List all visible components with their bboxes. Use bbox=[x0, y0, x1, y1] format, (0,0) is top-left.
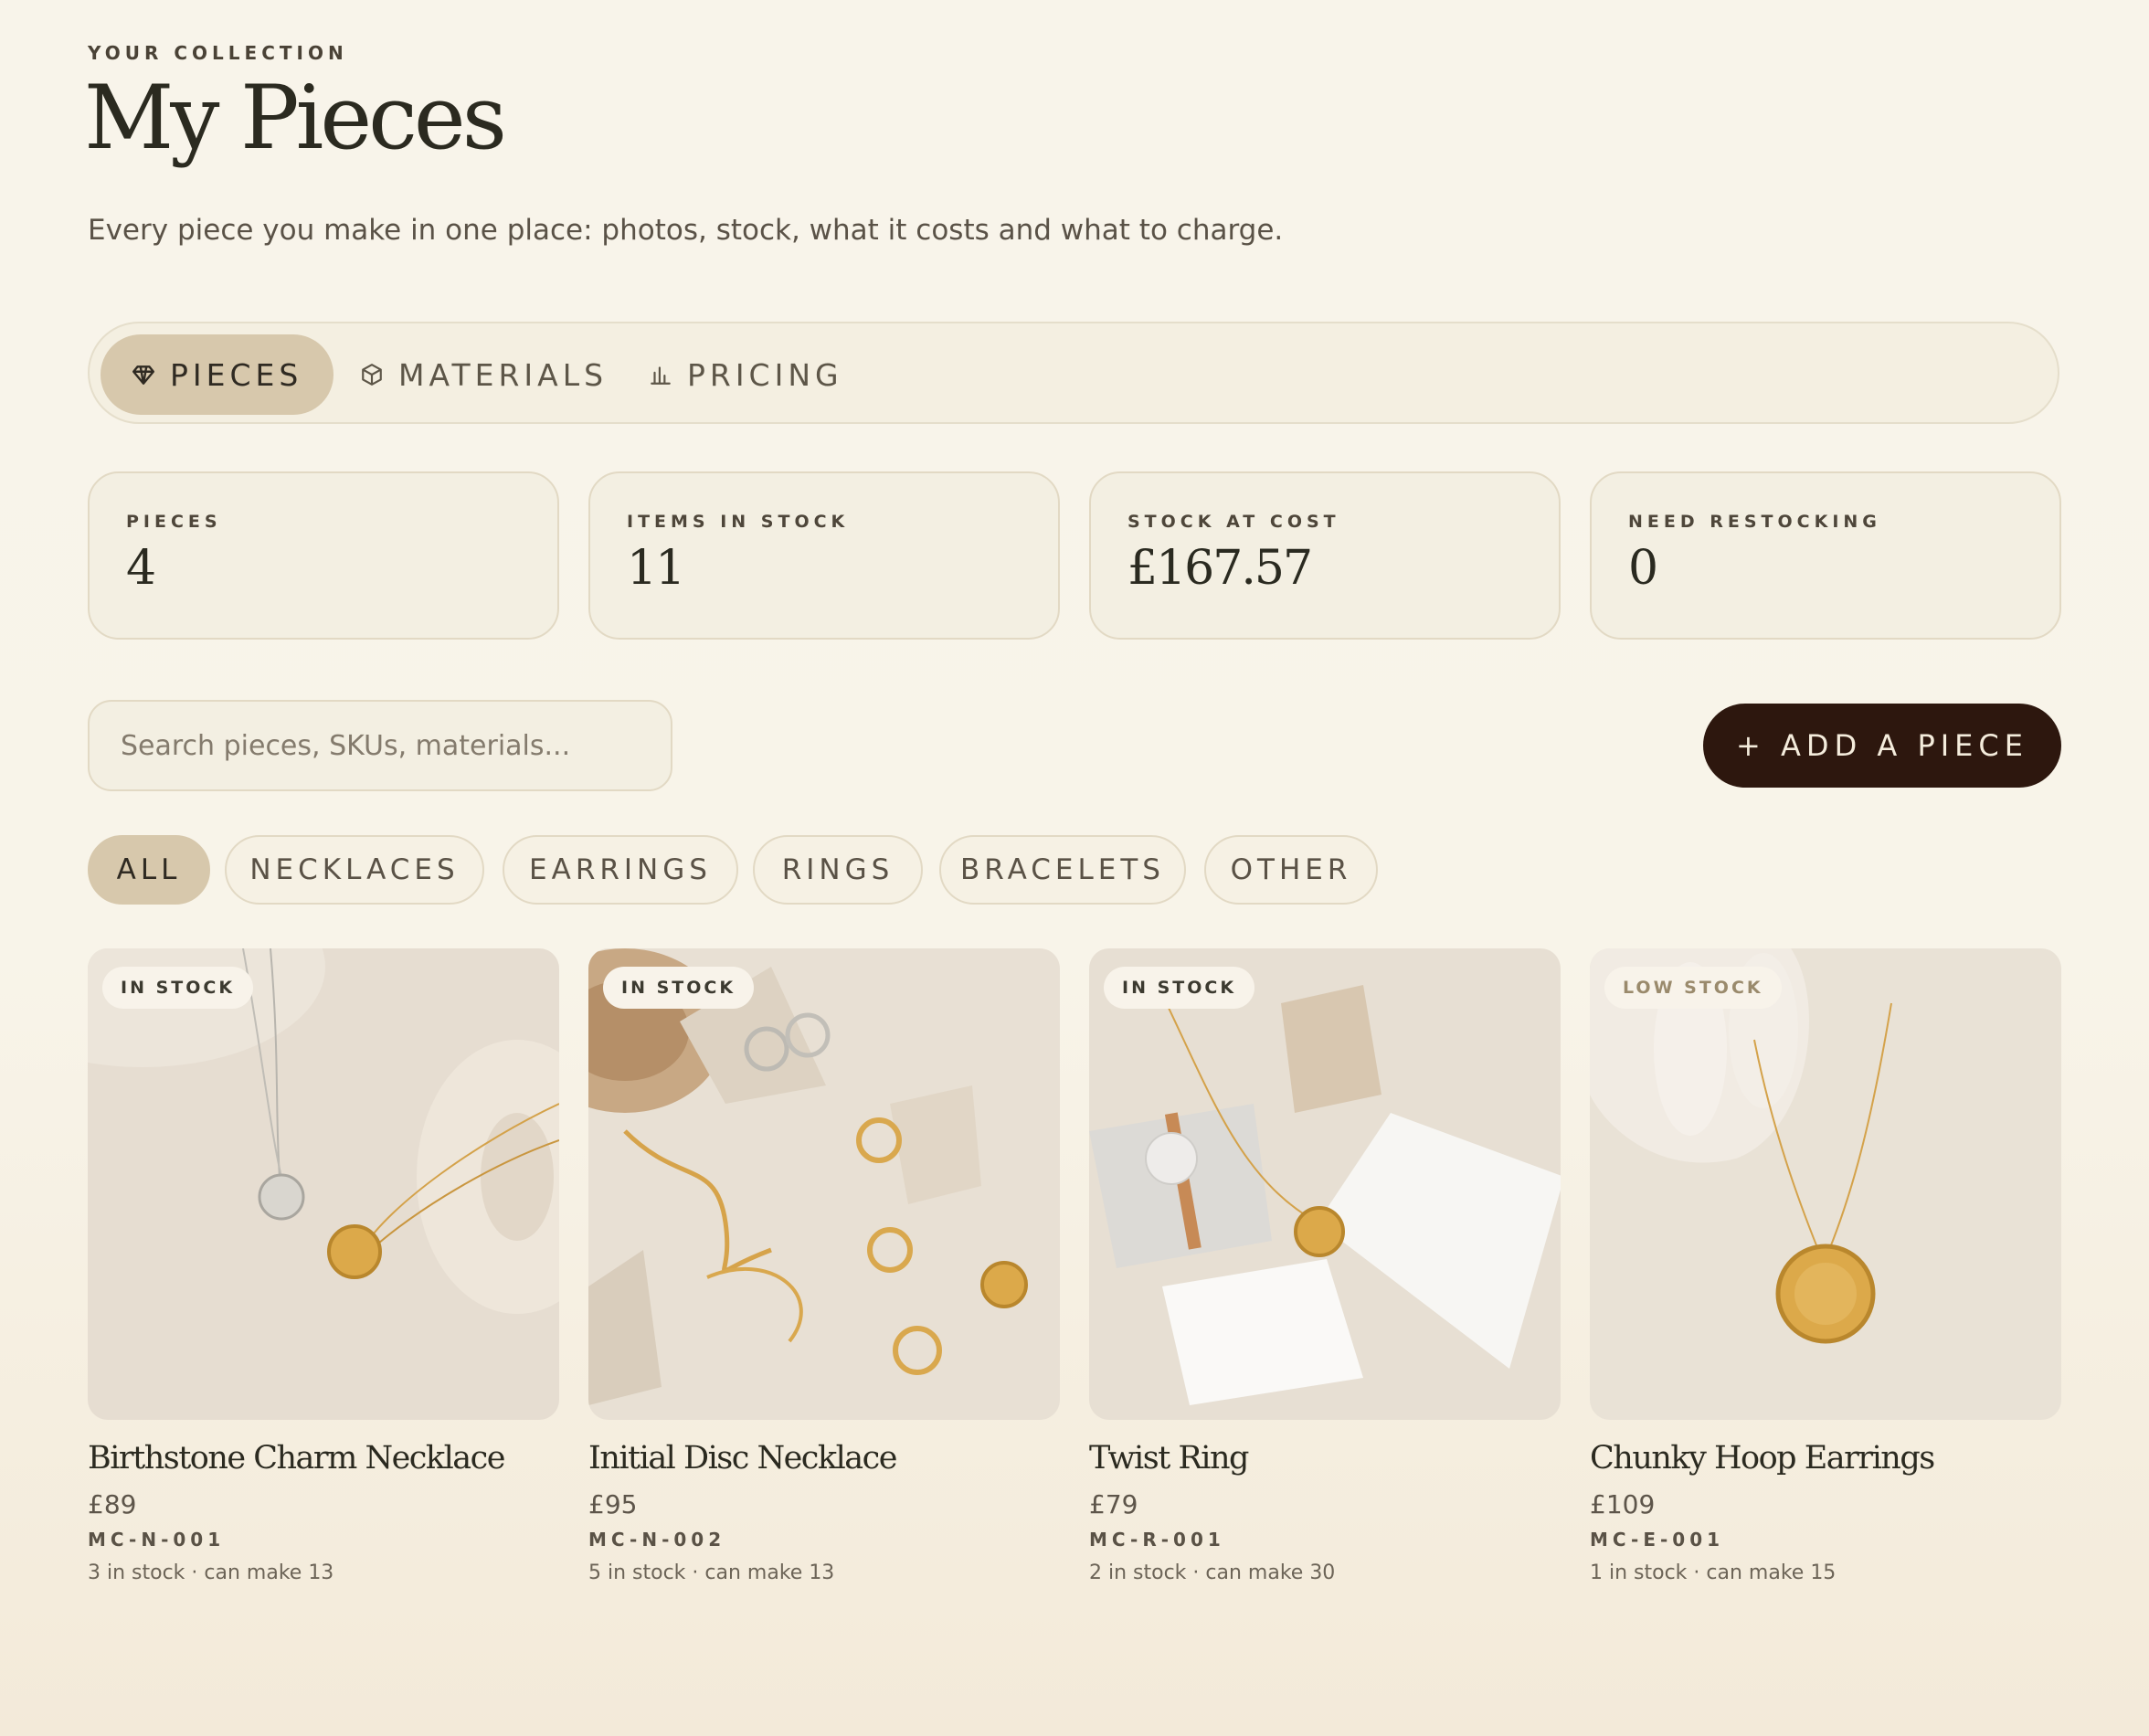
tab-materials[interactable]: MATERIALS bbox=[329, 334, 639, 415]
stat-label: NEED RESTOCKING bbox=[1628, 512, 1881, 532]
tab-pricing[interactable]: PRICING bbox=[618, 334, 874, 415]
filter-bracelets[interactable]: BRACELETS bbox=[939, 835, 1186, 905]
product-name[interactable]: Chunky Hoop Earrings bbox=[1590, 1440, 2061, 1477]
filter-earrings[interactable]: EARRINGS bbox=[503, 835, 738, 905]
stat-value: £167.57 bbox=[1127, 541, 1313, 596]
stock-badge: LOW STOCK bbox=[1604, 967, 1782, 1009]
product-name[interactable]: Twist Ring bbox=[1089, 1440, 1561, 1477]
cube-icon bbox=[362, 364, 382, 386]
filter-all[interactable]: ALL bbox=[88, 835, 210, 905]
stat-label: PIECES bbox=[126, 512, 222, 532]
page-eyebrow: YOUR COLLECTION bbox=[88, 42, 348, 64]
product-card[interactable]: IN STOCK Birthstone Charm Necklace £89 M… bbox=[88, 948, 559, 1584]
product-stock-meta: 1 in stock · can make 15 bbox=[1590, 1561, 1837, 1584]
section-tabs: PIECES MATERIALS PRICING bbox=[88, 322, 2059, 424]
product-photo bbox=[1089, 948, 1561, 1420]
product-sku: MC-N-001 bbox=[88, 1529, 226, 1551]
product-sku: MC-E-001 bbox=[1590, 1529, 1725, 1551]
product-stock-meta: 5 in stock · can make 13 bbox=[588, 1561, 835, 1584]
product-photo bbox=[88, 948, 559, 1420]
stat-value: 11 bbox=[627, 541, 685, 596]
stat-label: STOCK AT COST bbox=[1127, 512, 1340, 532]
product-image[interactable]: IN STOCK bbox=[1089, 948, 1561, 1420]
stock-badge: IN STOCK bbox=[1104, 967, 1255, 1009]
product-sku: MC-N-002 bbox=[588, 1529, 726, 1551]
stat-card-need-restocking: NEED RESTOCKING 0 bbox=[1590, 471, 2061, 640]
product-photo bbox=[1590, 948, 2061, 1420]
product-image[interactable]: LOW STOCK bbox=[1590, 948, 2061, 1420]
search-box bbox=[88, 700, 672, 791]
product-name[interactable]: Birthstone Charm Necklace bbox=[88, 1440, 559, 1477]
product-stock-meta: 2 in stock · can make 30 bbox=[1089, 1561, 1336, 1584]
stat-value: 0 bbox=[1628, 541, 1658, 596]
stat-card-items-in-stock: ITEMS IN STOCK 11 bbox=[588, 471, 1060, 640]
product-image[interactable]: IN STOCK bbox=[88, 948, 559, 1420]
filter-rings[interactable]: RINGS bbox=[753, 835, 923, 905]
diamond-icon bbox=[132, 365, 155, 385]
tab-label: MATERIALS bbox=[398, 356, 609, 393]
bar-chart-icon bbox=[651, 366, 671, 385]
product-price: £95 bbox=[588, 1489, 638, 1519]
product-name[interactable]: Initial Disc Necklace bbox=[588, 1440, 1060, 1477]
tab-pieces[interactable]: PIECES bbox=[101, 334, 334, 415]
stat-card-stock-at-cost: STOCK AT COST £167.57 bbox=[1089, 471, 1561, 640]
page-subtitle: Every piece you make in one place: photo… bbox=[88, 214, 1284, 247]
stat-label: ITEMS IN STOCK bbox=[627, 512, 850, 532]
product-photo bbox=[588, 948, 1060, 1420]
tab-label: PIECES bbox=[170, 356, 303, 393]
product-card[interactable]: LOW STOCK Chunky Hoop Earrings £109 MC-E… bbox=[1590, 948, 2061, 1584]
product-price: £79 bbox=[1089, 1489, 1138, 1519]
product-stock-meta: 3 in stock · can make 13 bbox=[88, 1561, 334, 1584]
product-price: £109 bbox=[1590, 1489, 1656, 1519]
product-image[interactable]: IN STOCK bbox=[588, 948, 1060, 1420]
stock-badge: IN STOCK bbox=[102, 967, 254, 1009]
stock-badge: IN STOCK bbox=[603, 967, 755, 1009]
product-card[interactable]: IN STOCK Twist Ring £79 MC-R-001 2 in st… bbox=[1089, 948, 1561, 1584]
search-input[interactable] bbox=[119, 728, 634, 763]
stat-card-pieces: PIECES 4 bbox=[88, 471, 559, 640]
tab-label: PRICING bbox=[687, 356, 843, 393]
page-title: My Pieces bbox=[84, 67, 507, 169]
stat-value: 4 bbox=[126, 541, 156, 596]
filter-necklaces[interactable]: NECKLACES bbox=[225, 835, 484, 905]
product-card[interactable]: IN STOCK Initial Disc Necklace £95 MC-N-… bbox=[588, 948, 1060, 1584]
product-price: £89 bbox=[88, 1489, 137, 1519]
filter-other[interactable]: OTHER bbox=[1204, 835, 1378, 905]
add-piece-button[interactable]: + ADD A PIECE bbox=[1703, 704, 2061, 788]
product-sku: MC-R-001 bbox=[1089, 1529, 1225, 1551]
